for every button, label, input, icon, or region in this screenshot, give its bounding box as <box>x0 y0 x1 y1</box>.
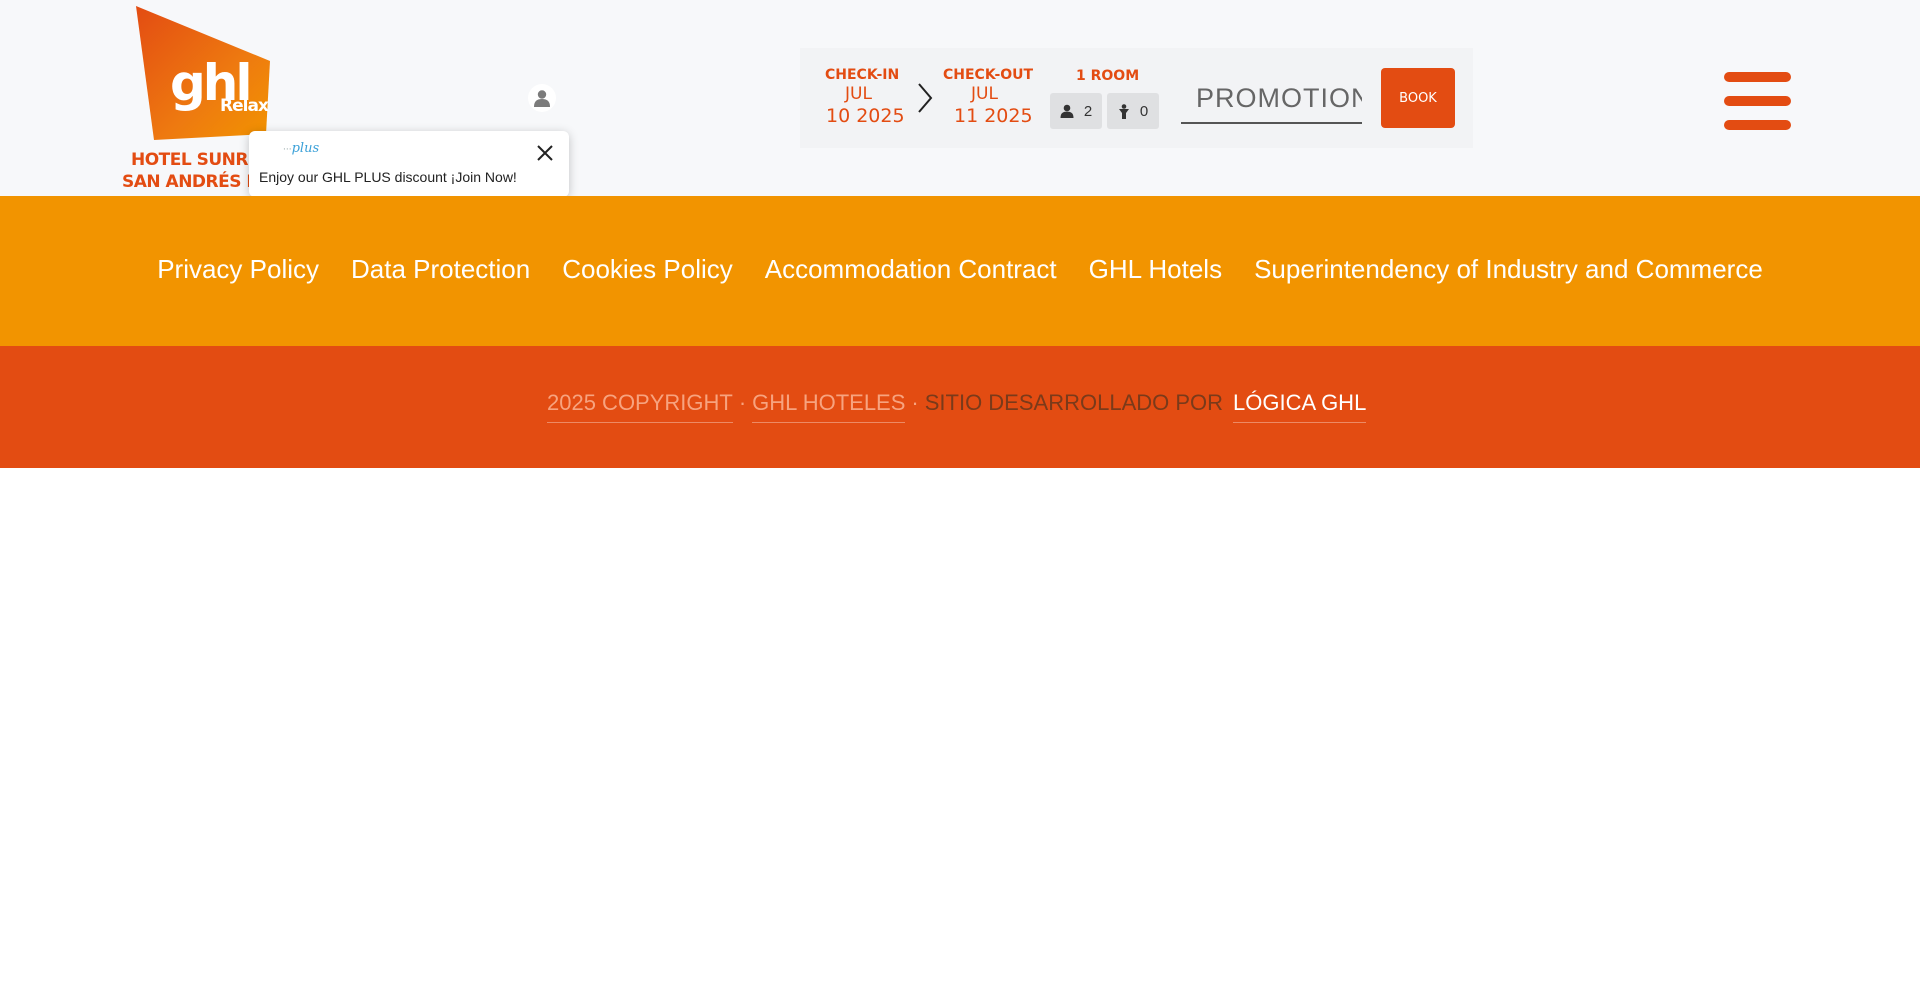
popup-close-button[interactable] <box>535 143 555 163</box>
copyright-bar: 2025 COPYRIGHT · GHL HOTELES · SITIO DES… <box>0 346 1920 468</box>
separator-dot: · <box>738 390 747 415</box>
user-account-button[interactable] <box>528 84 556 112</box>
footer-links-bar: Privacy Policy Data Protection Cookies P… <box>0 196 1920 346</box>
superintendency-link[interactable]: Superintendency of Industry and Commerce <box>1254 254 1763 285</box>
booking-widget: CHECK-IN JUL 10 2025 CHECK-OUT JUL 11 20… <box>800 48 1473 148</box>
ghl-plus-popup[interactable]: ···plus Enjoy our GHL PLUS discount ¡Joi… <box>249 131 569 197</box>
user-icon <box>534 90 550 107</box>
promotion-code-input[interactable] <box>1181 74 1362 124</box>
logica-ghl-link[interactable]: LÓGICA GHL <box>1233 390 1367 423</box>
book-button[interactable]: BOOK <box>1381 68 1455 128</box>
rooms-label[interactable]: 1 ROOM <box>1076 68 1139 84</box>
chevron-right-icon <box>918 83 933 113</box>
hamburger-menu-icon[interactable] <box>1724 72 1791 131</box>
site-header: ghl Relax HOTEL SUNRI SAN ANDRÉS IS ···p… <box>0 0 1920 197</box>
checkin-label: CHECK-IN <box>825 67 900 83</box>
separator-dot: · <box>911 390 919 415</box>
privacy-policy-link[interactable]: Privacy Policy <box>157 254 319 285</box>
checkin-picker[interactable]: CHECK-IN JUL 10 2025 <box>812 58 910 138</box>
adults-selector[interactable]: 2 <box>1050 93 1102 129</box>
checkout-picker[interactable]: CHECK-OUT JUL 11 2025 <box>938 58 1042 138</box>
logo-sub-text: Relax <box>220 96 269 116</box>
checkin-month: JUL <box>845 84 872 104</box>
copyright-row: 2025 COPYRIGHT · GHL HOTELES · SITIO DES… <box>547 390 1367 423</box>
adult-icon <box>1060 104 1074 118</box>
popup-message[interactable]: Enjoy our GHL PLUS discount ¡Join Now! <box>259 169 517 185</box>
children-selector[interactable]: 0 <box>1107 93 1159 129</box>
logo-hotel-name-line1: HOTEL SUNRI <box>131 150 254 170</box>
adults-count: 2 <box>1083 102 1093 120</box>
children-count: 0 <box>1139 102 1149 120</box>
checkin-date: 10 2025 <box>826 105 905 127</box>
developed-by-text: SITIO DESARROLLADO POR <box>924 390 1224 415</box>
cookies-policy-link[interactable]: Cookies Policy <box>562 254 733 285</box>
data-protection-link[interactable]: Data Protection <box>351 254 530 285</box>
child-icon <box>1118 103 1129 119</box>
checkout-month: JUL <box>971 84 998 104</box>
accommodation-contract-link[interactable]: Accommodation Contract <box>765 254 1057 285</box>
checkout-date: 11 2025 <box>954 105 1033 127</box>
logo-hotel-name-line2: SAN ANDRÉS IS <box>122 172 264 192</box>
ghl-hotels-link[interactable]: GHL Hotels <box>1089 254 1222 285</box>
ghl-hoteles-link[interactable]: GHL HOTELES <box>752 390 906 423</box>
close-icon <box>537 145 553 161</box>
copyright-year-link[interactable]: 2025 COPYRIGHT <box>547 390 733 423</box>
ghl-plus-logo: ···plus <box>283 141 320 156</box>
checkout-label: CHECK-OUT <box>943 67 1034 83</box>
